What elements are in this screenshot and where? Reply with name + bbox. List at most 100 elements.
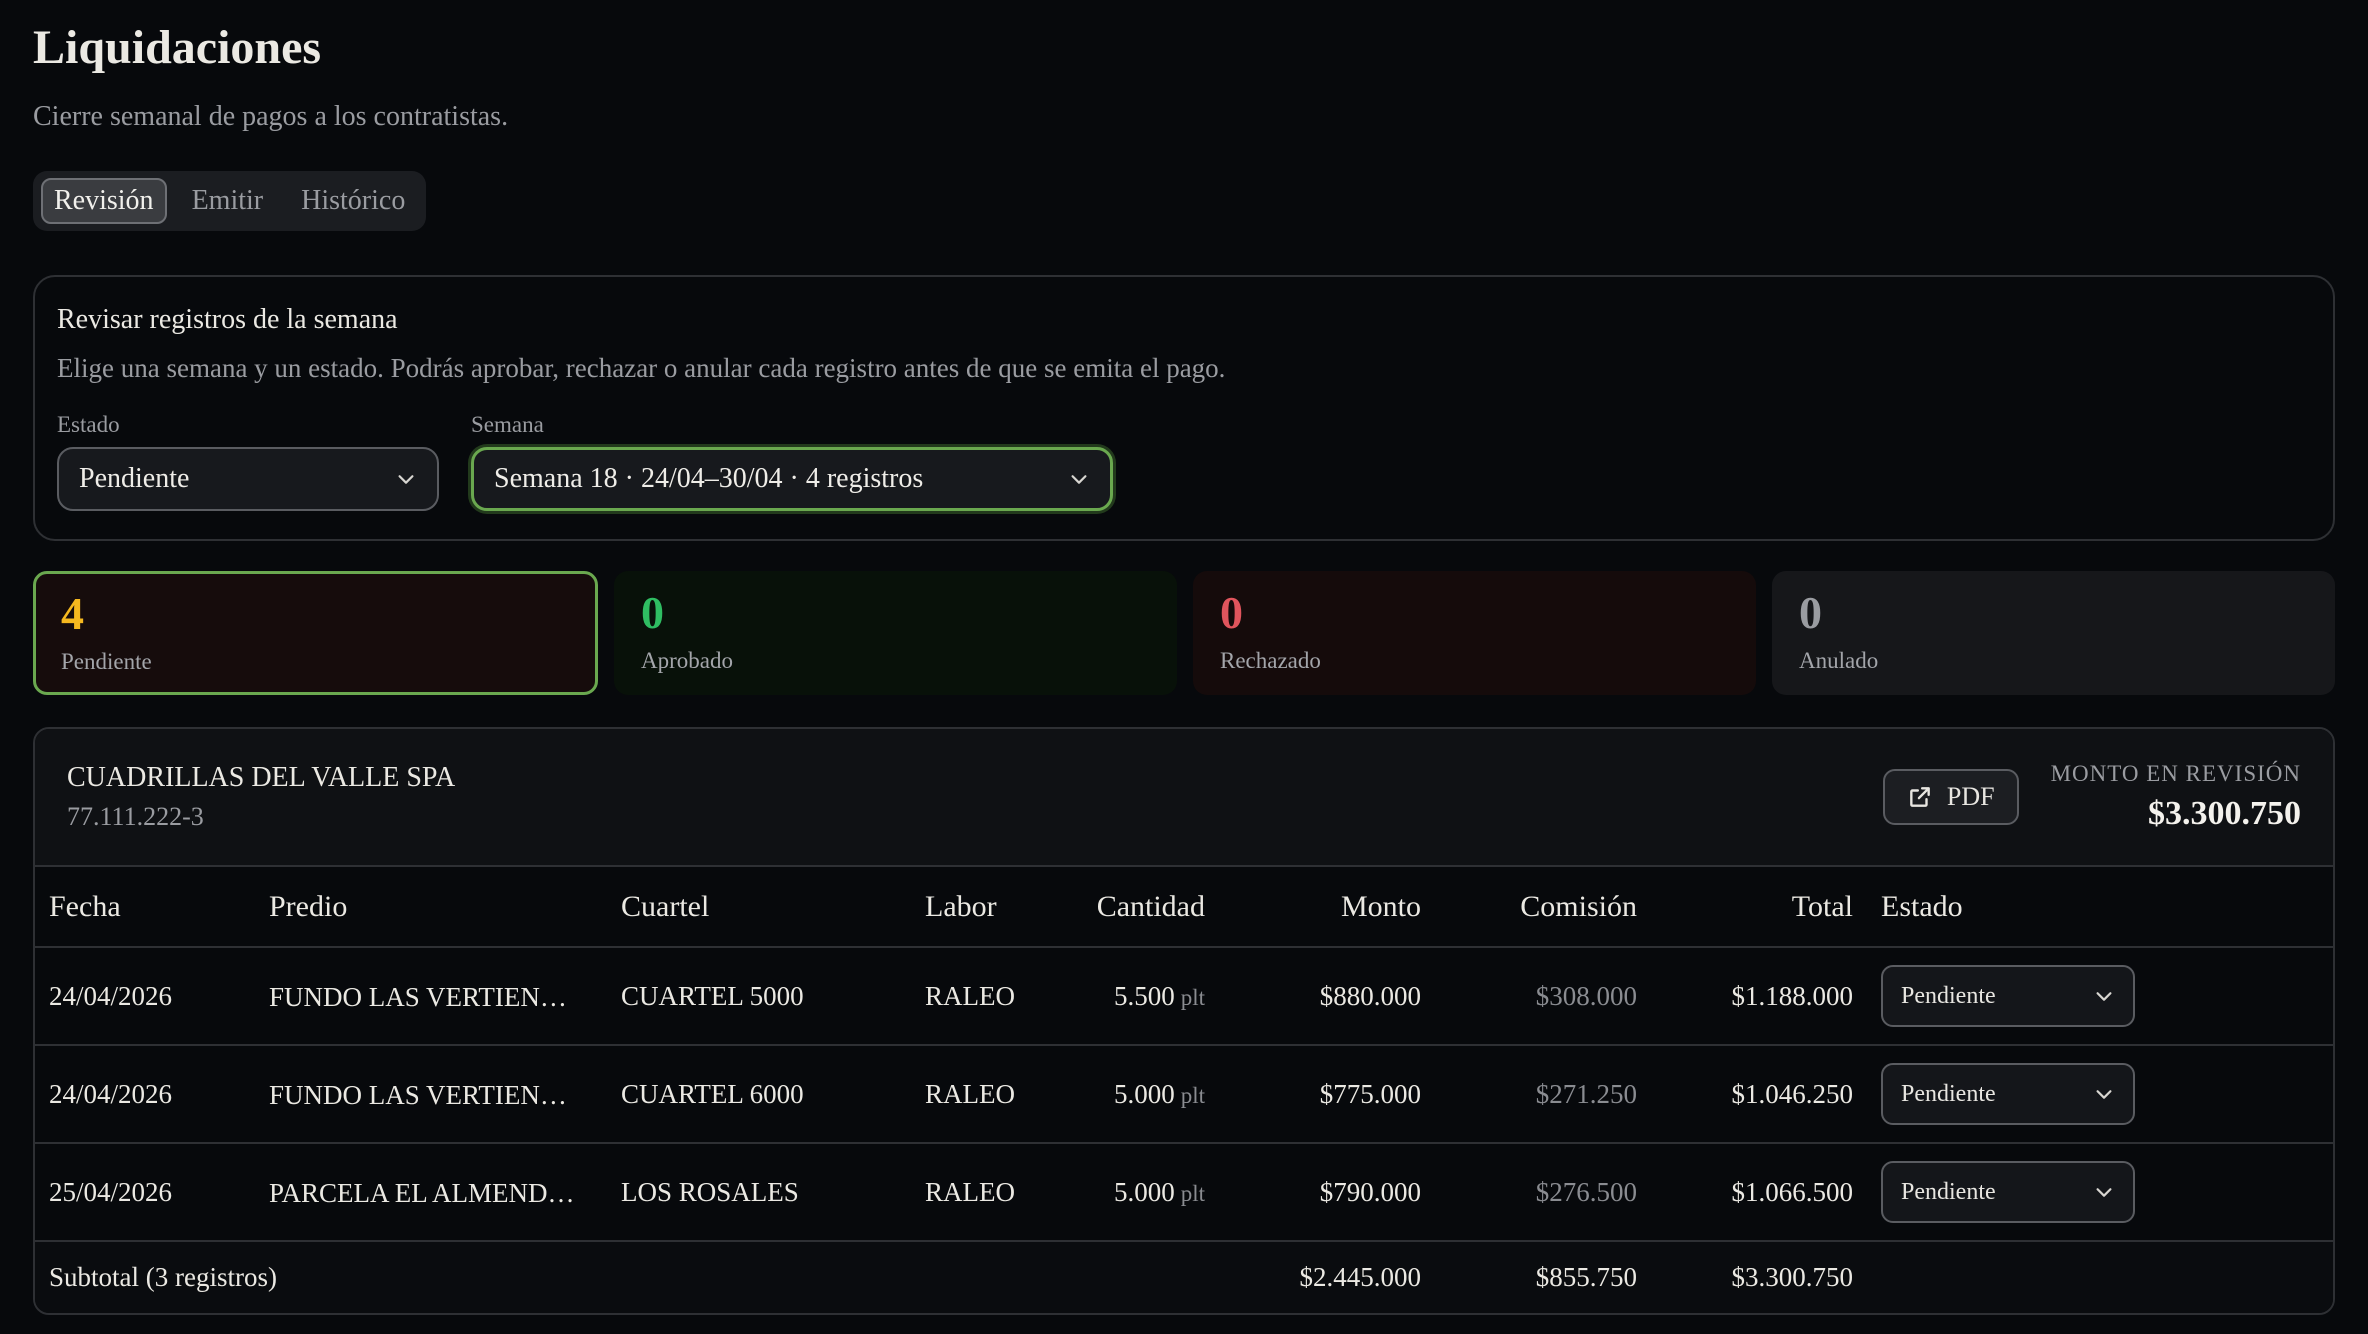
estado-select[interactable]: Pendiente — [57, 447, 439, 511]
subtotal-total: $3.300.750 — [1651, 1241, 1867, 1313]
table-row: 24/04/2026 FUNDO LAS VERTIEN… CUARTEL 50… — [35, 947, 2333, 1046]
cell-labor: RALEO — [911, 1045, 1081, 1144]
semana-filter: Semana Semana 18 · 24/04–30/04 · 4 regis… — [471, 411, 1113, 511]
cell-cuartel: CUARTEL 5000 — [607, 947, 911, 1046]
tab-bar: Revisión Emitir Histórico — [33, 171, 427, 231]
cell-fecha: 24/04/2026 — [35, 1045, 255, 1144]
stat-anulado[interactable]: 0 Anulado — [1772, 571, 2335, 695]
cell-comision: $308.000 — [1435, 947, 1651, 1046]
amount-label: MONTO EN REVISIÓN — [2050, 761, 2301, 786]
cell-fecha: 25/04/2026 — [35, 1143, 255, 1242]
review-card: Revisar registros de la semana Elige una… — [33, 275, 2335, 541]
table-row: 24/04/2026 FUNDO LAS VERTIEN… CUARTEL 60… — [35, 1045, 2333, 1144]
contractor-name: CUADRILLAS DEL VALLE SPA — [67, 762, 456, 793]
pdf-button[interactable]: PDF — [1882, 769, 2019, 825]
col-monto[interactable]: Monto — [1219, 867, 1435, 948]
cell-monto: $775.000 — [1219, 1045, 1435, 1144]
stat-aprobado-label: Aprobado — [641, 648, 733, 673]
cell-total: $1.046.250 — [1651, 1045, 1867, 1144]
page-subtitle: Cierre semanal de pagos a los contratist… — [33, 101, 509, 132]
subtotal-monto: $2.445.000 — [1219, 1241, 1435, 1313]
cell-cantidad: 5.000 plt — [1081, 1045, 1219, 1144]
cell-labor: RALEO — [911, 947, 1081, 1046]
review-title: Revisar registros de la semana — [57, 304, 398, 335]
cell-estado: Pendiente — [1867, 1045, 2333, 1144]
tab-emitir[interactable]: Emitir — [179, 178, 277, 224]
cell-predio-text: FUNDO LAS VERTIEN… — [269, 1079, 567, 1110]
stat-aprobado[interactable]: 0 Aprobado — [614, 571, 1177, 695]
subtotal-comision: $855.750 — [1435, 1241, 1651, 1313]
semana-select-value: Semana 18 · 24/04–30/04 · 4 registros — [494, 463, 924, 494]
col-cuartel[interactable]: Cuartel — [607, 867, 911, 948]
table-row: 25/04/2026 PARCELA EL ALMEND… LOS ROSALE… — [35, 1143, 2333, 1242]
cell-comision: $271.250 — [1435, 1045, 1651, 1144]
estado-label: Estado — [57, 412, 120, 437]
cell-total: $1.188.000 — [1651, 947, 1867, 1046]
chevron-down-icon — [398, 475, 414, 484]
stat-anulado-count: 0 — [1799, 587, 1822, 638]
subtotal-row: Subtotal (3 registros) $2.445.000 $855.7… — [35, 1241, 2333, 1313]
col-cantidad[interactable]: Cantidad — [1081, 867, 1219, 948]
page-title: Liquidaciones — [33, 21, 322, 74]
subtotal-label: Subtotal (3 registros) — [35, 1241, 1219, 1313]
status-stats: 4 Pendiente 0 Aprobado 0 Rechazado 0 Anu… — [33, 571, 2335, 695]
cell-cantidad-value: 5.500 — [1113, 980, 1175, 1011]
row-estado-value: Pendiente — [1901, 1178, 1996, 1205]
cell-unit: plt — [1180, 1082, 1205, 1108]
cell-predio-text: FUNDO LAS VERTIEN… — [269, 981, 567, 1012]
cell-predio: PARCELA EL ALMEND… — [255, 1143, 607, 1242]
cell-total: $1.066.500 — [1651, 1143, 1867, 1242]
col-comision[interactable]: Comisión — [1435, 867, 1651, 948]
stat-rechazado-count: 0 — [1220, 587, 1243, 638]
cell-cantidad-value: 5.000 — [1113, 1176, 1175, 1207]
cell-predio: FUNDO LAS VERTIEN… — [255, 947, 607, 1046]
stat-pendiente-count: 4 — [61, 588, 84, 639]
tab-revision[interactable]: Revisión — [41, 178, 167, 224]
estado-filter: Estado Pendiente — [57, 411, 439, 511]
stat-aprobado-count: 0 — [641, 587, 664, 638]
cell-predio: FUNDO LAS VERTIEN… — [255, 1045, 607, 1144]
stat-rechazado-label: Rechazado — [1220, 648, 1321, 673]
cell-cuartel: CUARTEL 6000 — [607, 1045, 911, 1144]
page: Liquidaciones Cierre semanal de pagos a … — [0, 0, 2368, 1334]
chevron-down-icon — [2096, 1188, 2112, 1197]
col-total[interactable]: Total — [1651, 867, 1867, 948]
col-labor[interactable]: Labor — [911, 867, 1081, 948]
cell-unit: plt — [1180, 984, 1205, 1010]
cell-estado: Pendiente — [1867, 1143, 2333, 1242]
table-header-row: Fecha Predio Cuartel Labor Cantidad Mont… — [35, 867, 2333, 948]
cell-labor: RALEO — [911, 1143, 1081, 1242]
stat-pendiente[interactable]: 4 Pendiente — [33, 571, 598, 695]
contractor-rut: 77.111.222-3 — [67, 802, 204, 831]
contractor-header: CUADRILLAS DEL VALLE SPA 77.111.222-3 PD… — [35, 729, 2333, 867]
semana-label: Semana — [471, 412, 544, 437]
stat-rechazado[interactable]: 0 Rechazado — [1193, 571, 1756, 695]
estado-select-value: Pendiente — [79, 463, 190, 494]
row-estado-select[interactable]: Pendiente — [1881, 965, 2135, 1027]
cell-cantidad-value: 5.000 — [1113, 1078, 1175, 1109]
cell-cantidad: 5.500 plt — [1081, 947, 1219, 1046]
stat-pendiente-label: Pendiente — [61, 649, 152, 674]
tab-historico[interactable]: Histórico — [288, 178, 418, 224]
col-predio[interactable]: Predio — [255, 867, 607, 948]
chevron-down-icon — [2096, 992, 2112, 1001]
col-estado[interactable]: Estado — [1867, 867, 2333, 948]
row-estado-select[interactable]: Pendiente — [1881, 1161, 2135, 1223]
cell-unit: plt — [1180, 1180, 1205, 1206]
row-estado-value: Pendiente — [1901, 982, 1996, 1009]
subtotal-empty — [1867, 1241, 2333, 1313]
records-table: Fecha Predio Cuartel Labor Cantidad Mont… — [35, 867, 2333, 1313]
stat-anulado-label: Anulado — [1799, 648, 1879, 673]
amount-value: $3.300.750 — [2148, 795, 2301, 832]
cell-monto: $790.000 — [1219, 1143, 1435, 1242]
review-description: Elige una semana y un estado. Podrás apr… — [57, 353, 1226, 383]
chevron-down-icon — [1071, 475, 1087, 484]
cell-cuartel: LOS ROSALES — [607, 1143, 911, 1242]
cell-cantidad: 5.000 plt — [1081, 1143, 1219, 1242]
filters: Estado Pendiente Semana Semana 18 · 24/0… — [57, 411, 2311, 511]
semana-select[interactable]: Semana 18 · 24/04–30/04 · 4 registros — [471, 447, 1113, 511]
cell-monto: $880.000 — [1219, 947, 1435, 1046]
row-estado-select[interactable]: Pendiente — [1881, 1063, 2135, 1125]
contractor-card: CUADRILLAS DEL VALLE SPA 77.111.222-3 PD… — [33, 727, 2335, 1315]
col-fecha[interactable]: Fecha — [35, 867, 255, 948]
